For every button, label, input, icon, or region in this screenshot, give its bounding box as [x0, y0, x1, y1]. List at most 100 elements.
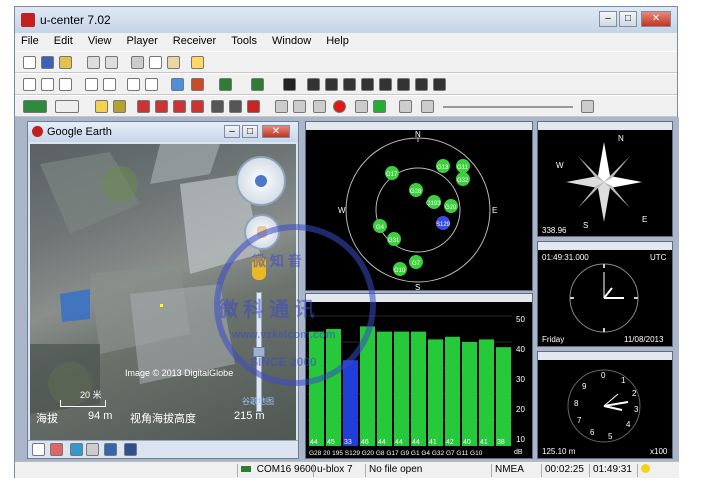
pause-icon[interactable] — [313, 100, 326, 113]
print-preview-icon[interactable] — [105, 56, 118, 69]
clock-view-icon[interactable] — [415, 78, 428, 91]
watermark-seal: 微 知 音 微 科 通 讯 www.vzkelcom.com SINCE 200… — [214, 224, 376, 386]
text-console-icon[interactable] — [59, 78, 72, 91]
ruler-icon[interactable] — [50, 443, 63, 456]
svg-text:S129: S129 — [436, 222, 451, 228]
elevation-label: 海拔 — [36, 413, 58, 425]
signal-value-label: 44 — [395, 439, 403, 446]
eject-icon[interactable] — [275, 100, 288, 113]
table-view-icon[interactable] — [127, 78, 140, 91]
maximize-button[interactable]: □ — [619, 11, 637, 27]
map-view-icon[interactable] — [171, 78, 184, 91]
rewind-start-icon[interactable] — [421, 100, 434, 113]
messages-view-icon[interactable] — [85, 78, 98, 91]
camera-view-icon[interactable] — [283, 78, 296, 91]
signal-value-label: 41 — [480, 439, 488, 446]
record-icon[interactable] — [333, 100, 346, 113]
compass-view-icon[interactable] — [325, 78, 338, 91]
elapsed-time: 00:02:25 — [541, 464, 584, 477]
sky-compass-s: S — [415, 283, 420, 290]
debug-icon[interactable] — [113, 100, 126, 113]
record-settings-icon[interactable] — [191, 56, 204, 69]
binary-console-icon[interactable] — [41, 78, 54, 91]
sky-compass-e: E — [492, 206, 497, 215]
dashboard-view-icon[interactable] — [307, 78, 320, 91]
packet-console-icon[interactable] — [23, 78, 36, 91]
signal-value-label: 44 — [412, 439, 420, 446]
save-view-icon[interactable] — [124, 443, 137, 456]
y-tick-30: 30 — [516, 375, 525, 384]
baudrate-icon[interactable] — [55, 100, 79, 113]
connection-icon[interactable] — [23, 100, 47, 113]
flag-icon[interactable] — [104, 443, 117, 456]
menu-player[interactable]: Player — [121, 33, 164, 49]
new-file-icon[interactable] — [23, 56, 36, 69]
google-earth-icon[interactable] — [191, 78, 204, 91]
map-brand: 谷歌地图 — [242, 397, 274, 406]
open-folder-icon[interactable] — [59, 56, 72, 69]
copy-icon[interactable] — [149, 56, 162, 69]
cut-icon[interactable] — [131, 56, 144, 69]
ge-close-button[interactable]: ✕ — [262, 125, 290, 138]
cold-start-icon[interactable] — [173, 100, 186, 113]
heading-value: 338.96 — [542, 226, 567, 235]
autobauding-icon[interactable] — [95, 100, 108, 113]
clock-header — [538, 242, 672, 250]
minimize-button[interactable]: – — [599, 11, 617, 27]
svg-text:9: 9 — [582, 382, 587, 391]
paste-icon[interactable] — [167, 56, 180, 69]
toolbar-receiver — [15, 95, 677, 117]
step-back-icon[interactable] — [355, 100, 368, 113]
firmware-icon[interactable] — [247, 100, 260, 113]
menu-receiver[interactable]: Receiver — [167, 33, 222, 49]
hot-start-icon[interactable] — [137, 100, 150, 113]
ge-maximize-button[interactable]: □ — [242, 125, 258, 138]
histogram-view-icon[interactable] — [433, 78, 446, 91]
sky-compass-w: W — [338, 206, 346, 215]
port-status: COM16 9600 — [237, 464, 316, 477]
close-button[interactable]: ✕ — [641, 11, 671, 27]
ge-minimize-button[interactable]: – — [224, 125, 240, 138]
print-icon[interactable] — [87, 56, 100, 69]
stop-icon[interactable] — [293, 100, 306, 113]
poll-icon[interactable] — [211, 100, 224, 113]
move-icon[interactable] — [32, 443, 45, 456]
menu-help[interactable]: Help — [320, 33, 355, 49]
navigation-look-control[interactable] — [236, 156, 286, 206]
chart-view-icon[interactable] — [145, 78, 158, 91]
sat-g32: G32 — [456, 172, 470, 186]
menu-view[interactable]: View — [82, 33, 118, 49]
menu-window[interactable]: Window — [266, 33, 317, 49]
statistic-view-icon[interactable] — [103, 78, 116, 91]
map-status-line: 海拔 94 m 视角海拔高度 215 m 谷歌地图 — [30, 397, 296, 425]
speedometer-view-icon[interactable] — [397, 78, 410, 91]
sky-view-icon[interactable] — [219, 78, 232, 91]
fast-forward-icon[interactable] — [399, 100, 412, 113]
signal-value-label: 42 — [446, 439, 454, 446]
port-connected-icon — [241, 466, 251, 472]
warm-start-icon[interactable] — [155, 100, 168, 113]
altimeter-view-icon[interactable] — [379, 78, 392, 91]
svg-text:3: 3 — [634, 405, 639, 414]
forward-end-icon[interactable] — [581, 100, 594, 113]
save-icon[interactable] — [41, 56, 54, 69]
deviation-map-icon[interactable] — [251, 78, 264, 91]
eye-altitude-label: 视角海拔高度 — [130, 413, 196, 425]
grid-icon[interactable] — [86, 443, 99, 456]
playback-slider[interactable] — [443, 106, 573, 108]
menu-edit[interactable]: Edit — [48, 33, 79, 49]
signal-view-icon[interactable] — [343, 78, 356, 91]
watch-view-icon[interactable] — [361, 78, 374, 91]
layers-icon[interactable] — [70, 443, 83, 456]
reset-icon[interactable] — [191, 100, 204, 113]
play-icon[interactable] — [373, 100, 386, 113]
svg-text:G32: G32 — [457, 178, 469, 184]
menu-tools[interactable]: Tools — [225, 33, 263, 49]
signal-value-label: 44 — [310, 439, 318, 446]
menu-bar: File Edit View Player Receiver Tools Win… — [15, 33, 677, 51]
google-earth-title: Google Earth — [47, 126, 112, 138]
svg-text:G17: G17 — [386, 172, 398, 178]
config-icon[interactable] — [229, 100, 242, 113]
watermark-line1: 微 知 音 — [251, 253, 302, 269]
menu-file[interactable]: File — [15, 33, 45, 49]
